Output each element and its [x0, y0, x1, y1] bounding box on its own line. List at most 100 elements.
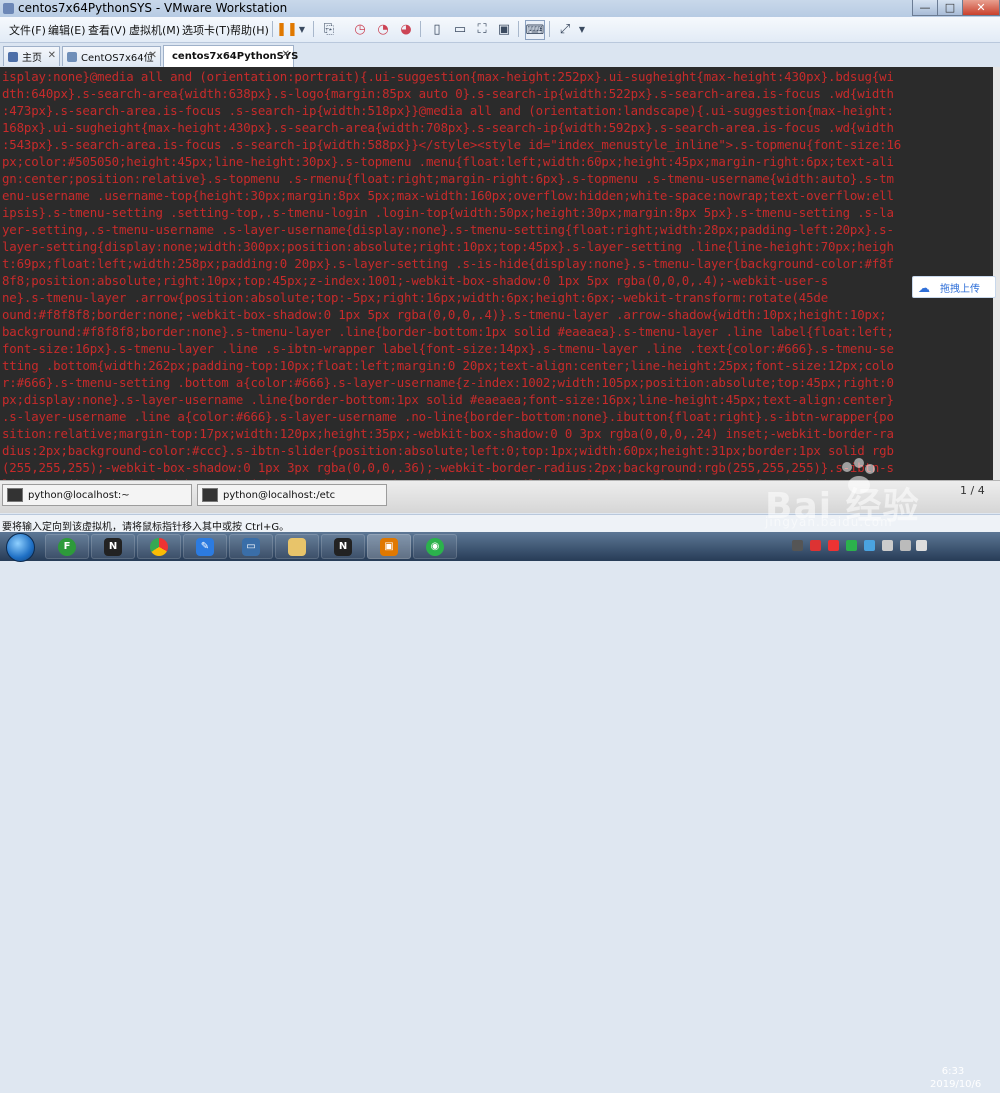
console-line: (255,255,255);-webkit-box-shadow:0 1px 3…: [2, 460, 894, 475]
console-scrollbar[interactable]: [993, 67, 1000, 480]
revert-snapshot-icon[interactable]: ◔: [374, 20, 392, 38]
app-icon: F: [58, 537, 76, 556]
console-line: enu-username .username-top{height:30px;m…: [2, 188, 894, 203]
tray-icon[interactable]: [792, 540, 803, 551]
minimize-button[interactable]: —: [912, 0, 938, 16]
close-icon[interactable]: ✕: [48, 50, 56, 61]
tab-home[interactable]: 主页 ✕: [3, 46, 60, 66]
taskbar-app-active[interactable]: ▣: [367, 534, 411, 559]
start-button[interactable]: [6, 533, 35, 562]
console-line: 8f8;position:absolute;right:10px;top:45p…: [2, 273, 829, 288]
baidu-jingyan-watermark: Bai 经验 jingyan.baidu.com: [765, 457, 995, 537]
console-line: isplay:none}@media all and (orientation:…: [2, 69, 894, 84]
toolbar-separator: [549, 21, 550, 37]
window-title-bar: centos7x64PythonSYS - VMware Workstation…: [0, 0, 1000, 17]
tab-label: CentOS7x64位: [81, 53, 154, 64]
tray-icon[interactable]: [810, 540, 821, 551]
clock-date: 2019/10/6: [930, 1079, 982, 1090]
close-button[interactable]: ✕: [962, 0, 1000, 16]
toolbar-separator: [420, 21, 421, 37]
status-text: 要将输入定向到该虚拟机，请将鼠标指针移入其中或按 Ctrl+G。: [2, 522, 290, 533]
volume-icon[interactable]: [916, 540, 927, 551]
tab-centos7x64pythonsys[interactable]: centos7x64PythonSYS ✕: [163, 45, 298, 67]
console-line: 168px}.ui-sugheight{max-height:430px}.s-…: [2, 120, 894, 135]
console-view-icon[interactable]: ⌨: [525, 20, 545, 40]
tab-label: 主页: [22, 53, 42, 64]
window-title: centos7x64PythonSYS - VMware Workstation: [18, 1, 288, 15]
taskbar-app[interactable]: ▭: [229, 534, 273, 559]
toolbar-separator: [313, 21, 314, 37]
taskbar-app[interactable]: N: [321, 534, 365, 559]
tab-bar: 主页 ✕ CentOS7x64位 ✕ centos7x64PythonSYS ✕: [0, 43, 1000, 68]
home-icon: [8, 51, 18, 62]
cloud-icon: ☁: [918, 281, 930, 295]
console-line: .s-layer-username .line a{color:#666}.s-…: [2, 409, 894, 424]
tray-icon[interactable]: [828, 540, 839, 551]
console-line: ne}.s-tmenu-layer .arrow{position:absolu…: [2, 290, 829, 305]
console-line: t:69px;float:left;width:258px;padding:0 …: [2, 256, 894, 271]
vmware-icon: ▣: [380, 537, 398, 556]
menu-tabs[interactable]: 选项卡(T): [182, 22, 230, 38]
close-icon[interactable]: ✕: [282, 49, 290, 60]
console-line: px;color:#505050;height:45px;line-height…: [2, 154, 894, 169]
vm-icon: [67, 51, 77, 62]
menu-vm[interactable]: 虚拟机(M): [129, 22, 180, 38]
snapshot-manager-icon[interactable]: ◕: [397, 20, 415, 38]
system-clock[interactable]: 6:33 2019/10/6: [930, 1065, 982, 1093]
nox-icon: N: [334, 537, 352, 556]
taskbar-app[interactable]: ✎: [183, 534, 227, 559]
menu-view[interactable]: 查看(V): [88, 22, 126, 38]
tray-icon[interactable]: [864, 540, 875, 551]
console-line: layer-setting{display:none;width:300px;p…: [2, 239, 894, 254]
pen-icon: ✎: [196, 537, 214, 556]
folder-icon: [288, 537, 306, 556]
watermark-url: jingyan.baidu.com: [765, 515, 893, 529]
console-line: :543px}.s-search-area.is-focus .s-search…: [2, 137, 902, 152]
console-line: px;display:none}.s-layer-username .line{…: [2, 392, 894, 407]
console-line: tting .bottom{width:262px;padding-top:10…: [2, 358, 894, 373]
tray-icon[interactable]: [900, 540, 911, 551]
console-line: background:#f8f8f8;border:none}.s-tmenu-…: [2, 324, 894, 339]
tab-centos7x64[interactable]: CentOS7x64位 ✕: [62, 46, 161, 66]
fullscreen-icon[interactable]: ⛶: [473, 20, 491, 38]
maximize-button[interactable]: □: [937, 0, 963, 16]
chevron-down-icon[interactable]: ▼: [293, 20, 311, 38]
toolbar-separator: [272, 21, 273, 37]
console-line: yer-setting,.s-tmenu-username .s-layer-u…: [2, 222, 894, 237]
chevron-down-icon[interactable]: ▼: [573, 20, 591, 38]
vm-console[interactable]: isplay:none}@media all and (orientation:…: [0, 67, 1000, 480]
terminal-title: python@localhost:~: [28, 489, 130, 501]
taskbar-app[interactable]: F: [45, 534, 89, 559]
send-ctrl-alt-del-icon[interactable]: ⎘: [320, 20, 338, 38]
chrome-icon: [150, 537, 168, 556]
menu-file[interactable]: 文件(F): [9, 22, 46, 38]
snapshot-icon[interactable]: ◷: [351, 20, 369, 38]
terminal-icon: [7, 488, 23, 502]
stretch-guest-icon[interactable]: ⤢: [556, 20, 574, 38]
console-line: dth:640px}.s-search-area{width:638px}.s-…: [2, 86, 894, 101]
library-view-icon[interactable]: ▯: [428, 20, 446, 38]
unity-icon[interactable]: ▣: [495, 20, 513, 38]
tray-icon[interactable]: [882, 540, 893, 551]
clock-time: 6:33: [941, 1066, 965, 1077]
console-line: ipsis}.s-tmenu-setting .setting-top,.s-t…: [2, 205, 894, 220]
close-icon[interactable]: ✕: [149, 50, 157, 61]
menu-help[interactable]: 帮助(H): [230, 22, 269, 38]
taskbar-app[interactable]: N: [91, 534, 135, 559]
tab-label: centos7x64PythonSYS: [172, 51, 299, 62]
menu-edit[interactable]: 编辑(E): [48, 22, 86, 38]
terminal-icon: [202, 488, 218, 502]
terminal-window-1[interactable]: python@localhost:~: [2, 484, 192, 506]
console-line: :473px}.s-search-area.is-focus .s-search…: [2, 103, 894, 118]
terminal-window-2[interactable]: python@localhost:/etc: [197, 484, 387, 506]
taskbar-app[interactable]: ◉: [413, 534, 457, 559]
taskbar-app[interactable]: [137, 534, 181, 559]
vmware-app-icon: [3, 3, 14, 14]
drag-upload-button[interactable]: ☁ 拖拽上传: [912, 276, 996, 298]
terminal-title: python@localhost:/etc: [223, 489, 336, 501]
console-line: dius:2px;background-color:#ccc}.s-ibtn-s…: [2, 443, 894, 458]
console-line: gn:center;position:relative}.s-topmenu .…: [2, 171, 894, 186]
tray-icon[interactable]: [846, 540, 857, 551]
taskbar-app[interactable]: [275, 534, 319, 559]
thumbnail-view-icon[interactable]: ▭: [451, 20, 469, 38]
